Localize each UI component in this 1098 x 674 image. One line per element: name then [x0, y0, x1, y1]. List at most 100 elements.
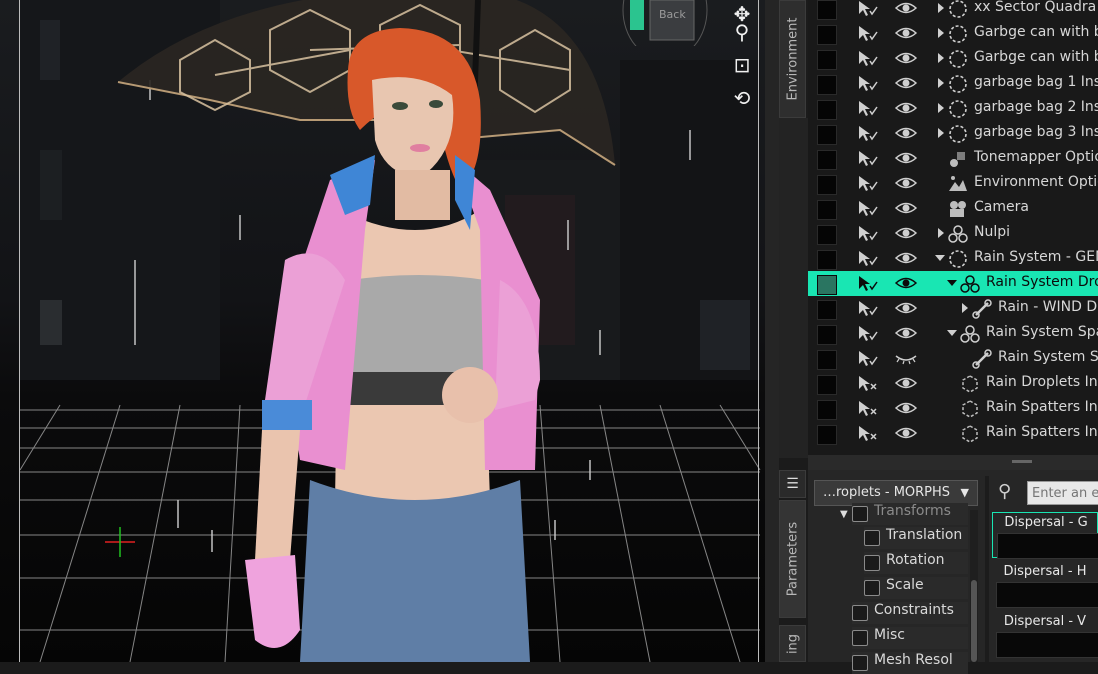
visible-eye-icon[interactable] — [894, 426, 918, 440]
parameter-group-item[interactable]: Scale — [864, 577, 968, 599]
parameter-group-item[interactable]: Constraints — [852, 602, 968, 624]
selectable-off-icon[interactable] — [856, 374, 878, 392]
scene-row[interactable]: Rain - WIND D — [808, 296, 1098, 321]
slider-track[interactable] — [997, 533, 1098, 559]
panel-splitter[interactable] — [808, 455, 1098, 470]
zoom-icon[interactable]: ⚲ — [725, 18, 759, 46]
row-color-swatch[interactable] — [817, 425, 837, 445]
scene-row[interactable]: xx Sector Quadra — [808, 0, 1098, 21]
row-color-swatch[interactable] — [817, 225, 837, 245]
tab-lighting[interactable]: ing — [779, 625, 806, 662]
selectable-icon[interactable] — [856, 349, 878, 367]
visible-eye-icon[interactable] — [894, 76, 918, 90]
expander-open-icon[interactable] — [947, 280, 957, 286]
visible-eye-icon[interactable] — [894, 326, 918, 340]
row-color-swatch[interactable] — [817, 250, 837, 270]
scene-row[interactable]: Environment Optio — [808, 171, 1098, 196]
row-color-swatch[interactable] — [817, 400, 837, 420]
selectable-icon[interactable] — [856, 249, 878, 267]
expander-closed-icon[interactable] — [938, 78, 944, 88]
parameter-search-input[interactable] — [1027, 481, 1098, 505]
parameter-slider[interactable]: Dispersal - V — [992, 612, 1098, 658]
row-color-swatch[interactable] — [817, 200, 837, 220]
scene-row[interactable]: Rain System Sp — [808, 346, 1098, 371]
selectable-icon[interactable] — [856, 224, 878, 242]
scene-row[interactable]: Garbge can with ba — [808, 46, 1098, 71]
parameter-group-item[interactable]: Transforms — [852, 503, 968, 525]
row-color-swatch[interactable] — [817, 50, 837, 70]
row-color-swatch[interactable] — [817, 25, 837, 45]
scene-row[interactable]: Rain Droplets Ins — [808, 371, 1098, 396]
row-color-swatch[interactable] — [817, 125, 837, 145]
hidden-eye-icon[interactable] — [894, 351, 918, 365]
selectable-icon[interactable] — [856, 49, 878, 67]
visible-eye-icon[interactable] — [894, 251, 918, 265]
scene-row[interactable]: Rain System Drop — [808, 271, 1098, 296]
visible-eye-icon[interactable] — [894, 376, 918, 390]
expander-open-icon[interactable] — [935, 255, 945, 261]
row-color-swatch[interactable] — [817, 75, 837, 95]
reset-view-icon[interactable]: ⟲ — [725, 84, 759, 112]
scene-row[interactable]: Rain System Spat — [808, 321, 1098, 346]
selectable-icon[interactable] — [856, 174, 878, 192]
view-cube[interactable]: Back — [622, 0, 708, 61]
selectable-icon[interactable] — [856, 0, 878, 17]
selectable-icon[interactable] — [856, 24, 878, 42]
selectable-icon[interactable] — [856, 149, 878, 167]
selectable-icon[interactable] — [856, 299, 878, 317]
expander-closed-icon[interactable] — [938, 53, 944, 63]
tab-parameters[interactable]: Parameters — [779, 500, 806, 618]
expander-closed-icon[interactable] — [938, 103, 944, 113]
row-color-swatch[interactable] — [817, 325, 837, 345]
expander-closed-icon[interactable] — [938, 228, 944, 238]
visible-eye-icon[interactable] — [894, 26, 918, 40]
scene-row[interactable]: garbage bag 2 Inst — [808, 96, 1098, 121]
selectable-icon[interactable] — [856, 74, 878, 92]
expander-closed-icon[interactable] — [962, 303, 968, 313]
scene-row[interactable]: Rain Spatters Inst — [808, 421, 1098, 446]
visible-eye-icon[interactable] — [894, 401, 918, 415]
scene-row[interactable]: Rain Spatters Inst — [808, 396, 1098, 421]
scene-tree[interactable]: xx Sector Quadra Garbge can with ba Garbge… — [808, 0, 1098, 455]
visible-eye-icon[interactable] — [894, 151, 918, 165]
row-color-swatch[interactable] — [817, 0, 837, 20]
parameter-group-item[interactable]: Misc — [852, 627, 968, 649]
row-color-swatch[interactable] — [817, 375, 837, 395]
parameter-group-item[interactable]: Rotation — [864, 552, 968, 574]
visible-eye-icon[interactable] — [894, 276, 918, 290]
scene-row[interactable]: garbage bag 3 Inst — [808, 121, 1098, 146]
slider-track[interactable] — [996, 632, 1098, 658]
parameter-group-item[interactable]: Mesh Resol — [852, 652, 968, 674]
scene-row[interactable]: garbage bag 1 Inst — [808, 71, 1098, 96]
visible-eye-icon[interactable] — [894, 301, 918, 315]
selectable-icon[interactable] — [856, 274, 878, 292]
splitter[interactable] — [765, 0, 779, 662]
row-color-swatch[interactable] — [817, 300, 837, 320]
frame-selected-icon[interactable]: ⊡ — [725, 51, 759, 79]
expander-closed-icon[interactable] — [938, 28, 944, 38]
tab-environment[interactable]: Environment — [779, 0, 806, 118]
row-color-swatch[interactable] — [817, 275, 837, 295]
visible-eye-icon[interactable] — [894, 226, 918, 240]
parameter-group-item[interactable]: Translation — [864, 527, 968, 549]
visible-eye-icon[interactable] — [894, 1, 918, 15]
scene-row[interactable]: Garbge can with ba — [808, 21, 1098, 46]
expander-closed-icon[interactable] — [938, 3, 944, 13]
visible-eye-icon[interactable] — [894, 101, 918, 115]
parameter-slider[interactable]: Dispersal - H — [992, 562, 1098, 608]
selectable-icon[interactable] — [856, 324, 878, 342]
selectable-icon[interactable] — [856, 199, 878, 217]
expander-open-icon[interactable] — [947, 330, 957, 336]
tree-scrollbar[interactable] — [970, 510, 978, 662]
expander-closed-icon[interactable] — [938, 128, 944, 138]
visible-eye-icon[interactable] — [894, 126, 918, 140]
visible-eye-icon[interactable] — [894, 201, 918, 215]
row-color-swatch[interactable] — [817, 175, 837, 195]
panel-menu-button[interactable]: ☰ — [779, 470, 806, 498]
3d-viewport[interactable]: Back ✥ ⚲ ⊡ ⟲ — [0, 0, 765, 662]
row-color-swatch[interactable] — [817, 150, 837, 170]
search-icon[interactable]: ⚲ — [998, 481, 1011, 502]
expander-open-icon[interactable]: ▼ — [840, 509, 848, 520]
row-color-swatch[interactable] — [817, 350, 837, 370]
scene-row[interactable]: Rain System - GEN — [808, 246, 1098, 271]
